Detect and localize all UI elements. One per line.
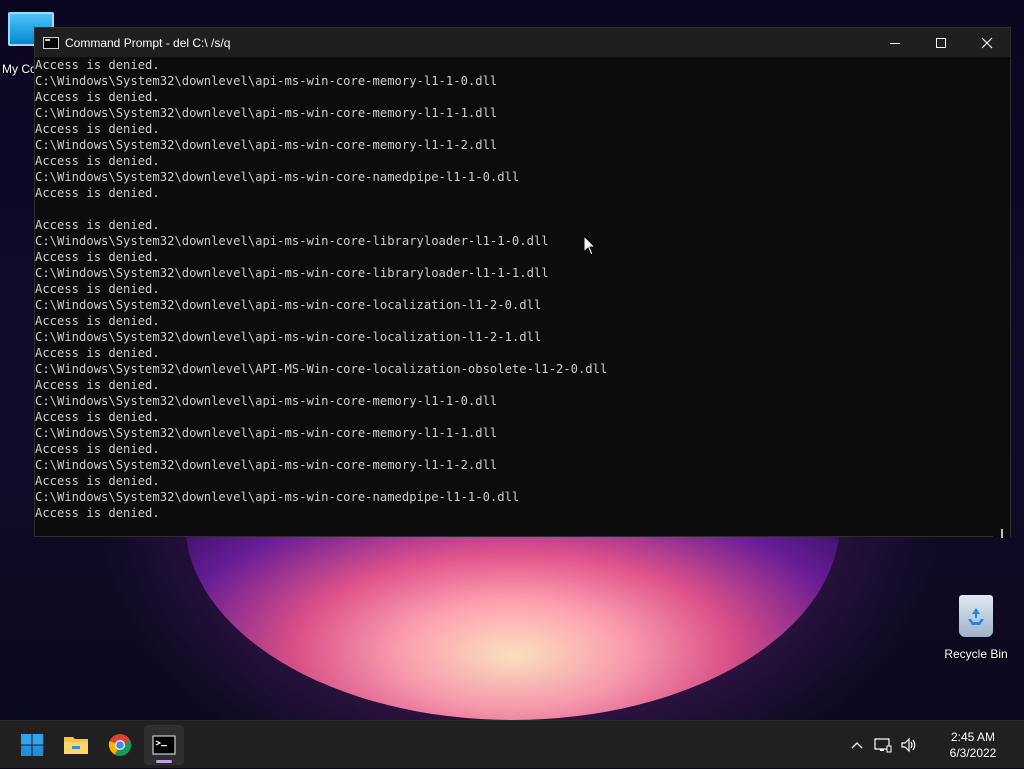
taskbar-chrome[interactable] [100, 725, 140, 765]
console-line: Access is denied. [35, 282, 160, 296]
console-line: Access is denied. [35, 378, 160, 392]
chevron-up-icon [851, 742, 863, 749]
network-icon [874, 738, 892, 753]
console-line: Access is denied. [35, 186, 160, 200]
chrome-icon [108, 733, 132, 756]
start-button[interactable] [12, 725, 52, 765]
show-hidden-icons-button[interactable] [844, 741, 870, 749]
close-button[interactable] [964, 28, 1010, 57]
console-line: Access is denied. [35, 474, 160, 488]
close-icon [981, 37, 993, 48]
system-tray: 2:45 AM 6/3/2022 [844, 721, 1024, 769]
window-titlebar[interactable]: Command Prompt - del C:\ /s/q [35, 28, 1010, 57]
speaker-icon [901, 737, 916, 753]
command-prompt-icon [152, 734, 176, 755]
console-line: Access is denied. [35, 442, 160, 456]
console-line: C:\Windows\System32\downlevel\api-ms-win… [35, 266, 549, 280]
maximize-icon [936, 37, 946, 48]
console-line: Access is denied. [35, 346, 160, 360]
minimize-icon [890, 42, 900, 44]
console-line: C:\Windows\System32\downlevel\api-ms-win… [35, 138, 498, 152]
window-title: Command Prompt - del C:\ /s/q [65, 35, 231, 50]
desktop-icon-recycle-bin[interactable]: Recycle Bin [940, 595, 1012, 661]
clock-time: 2:45 AM [950, 730, 996, 744]
console-line: C:\Windows\System32\downlevel\api-ms-win… [35, 330, 542, 344]
console-line: Access is denied. [35, 506, 160, 520]
scrollbar-thumb[interactable] [1001, 529, 1003, 538]
clock-date: 6/3/2022 [949, 746, 997, 760]
console-line: C:\Windows\System32\downlevel\api-ms-win… [35, 234, 549, 248]
command-prompt-icon [43, 36, 59, 49]
console-line: Access is denied. [35, 314, 160, 328]
volume-button[interactable] [896, 737, 922, 753]
console-line: C:\Windows\System32\downlevel\api-ms-win… [35, 426, 498, 440]
console-line: Access is denied. [35, 250, 160, 264]
console-line: C:\Windows\System32\downlevel\api-ms-win… [35, 394, 498, 408]
scrollbar[interactable] [993, 57, 1010, 538]
console-line: C:\Windows\System32\downlevel\API-MS-Win… [35, 362, 608, 376]
command-prompt-window[interactable]: Command Prompt - del C:\ /s/q Access is … [34, 27, 1011, 538]
console-line: C:\Windows\System32\downlevel\api-ms-win… [35, 490, 520, 504]
console-line: C:\Windows\System32\downlevel\api-ms-win… [35, 106, 498, 120]
console-line: Access is denied. [35, 154, 160, 168]
recycle-bin-icon [959, 595, 993, 637]
console-line: Access is denied. [35, 410, 160, 424]
console-line: Access is denied. [35, 58, 160, 72]
taskbar-command-prompt[interactable] [144, 724, 184, 765]
folder-icon [64, 736, 88, 754]
console-line: C:\Windows\System32\downlevel\api-ms-win… [35, 458, 498, 472]
network-button[interactable] [870, 737, 896, 753]
taskbar: 2:45 AM 6/3/2022 [0, 720, 1024, 768]
windows-start-icon [21, 733, 43, 756]
desktop-icon-label: Recycle Bin [944, 647, 1008, 661]
console-output[interactable]: Access is denied. C:\Windows\System32\dow… [35, 57, 1010, 538]
console-line: C:\Windows\System32\downlevel\api-ms-win… [35, 74, 498, 88]
taskbar-clock[interactable]: 2:45 AM 6/3/2022 [928, 729, 1018, 761]
minimize-button[interactable] [872, 28, 918, 57]
console-line: C:\Windows\System32\downlevel\api-ms-win… [35, 170, 520, 184]
mouse-pointer-icon [584, 236, 596, 256]
console-lines: Access is denied. C:\Windows\System32\dow… [35, 57, 607, 521]
console-line: Access is denied. [35, 90, 160, 104]
console-line: Access is denied. [35, 218, 160, 232]
maximize-button[interactable] [918, 28, 964, 57]
taskbar-file-explorer[interactable] [56, 725, 96, 765]
console-line: Access is denied. [35, 122, 160, 136]
console-line: C:\Windows\System32\downlevel\api-ms-win… [35, 298, 542, 312]
